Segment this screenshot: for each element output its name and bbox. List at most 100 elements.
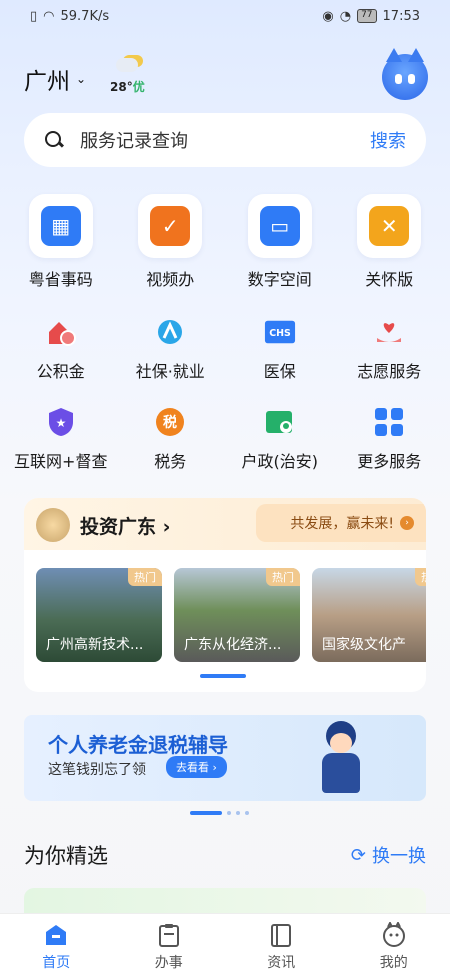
pager-dot [236,811,240,815]
mascot-eye [395,74,402,84]
weather-widget[interactable]: 28°优 [110,54,170,98]
mascot-ear [408,48,424,62]
mascot-ear [386,48,402,62]
feature-yueshengshi-code[interactable]: ▦ 粤省事码 [11,194,111,290]
invest-title: 投资广东 › [80,512,170,539]
ribbon-icon: ✕ [369,206,410,246]
feature-label: 粤省事码 [28,270,93,289]
service-label: 互联网+督查 [14,452,108,471]
banner-subtitle: 这笔钱别忘了领 [48,762,146,778]
invest-guangdong-card: 投资广东 › 共发展，赢未来! › 热门 广州高新技术... 热门 广东从化经济… [24,498,426,692]
city-selector[interactable]: 广州 ⌄ [24,62,86,96]
tab-news[interactable]: 资讯 [241,922,321,975]
feature-tile: ▭ [247,194,312,258]
medical-insurance-glyph: CHS [269,328,291,339]
bottom-tab-bar: 首页 办事 资讯 我的 [0,913,450,975]
tab-services[interactable]: 办事 [129,922,209,975]
shield-star-icon: ★ [45,406,77,438]
assistant-mascot-icon[interactable] [382,48,428,100]
network-speed: 59.7K/s [60,8,110,24]
invest-cards: 热门 广州高新技术... 热门 广东从化经济... 热 国家级文化产 [36,568,426,662]
service-volunteer[interactable]: 志愿服务 [339,316,439,382]
service-label: 税务 [154,452,187,471]
feature-tile: ✓ [138,194,203,258]
invest-card-caption: 国家级文化产 [322,637,406,653]
invest-title-text: 投资广东 [80,516,157,538]
feature-label: 视频办 [146,270,195,289]
illustration-body [322,753,360,793]
sim-alert-icon: ▯ [30,8,38,24]
search-input[interactable]: 服务记录查询 [80,127,370,153]
search-icon [44,130,64,150]
feature-tile: ▦ [28,194,93,258]
tab-home[interactable]: 首页 [16,922,96,975]
home-icon [43,922,69,948]
invest-card[interactable]: 热门 广州高新技术... [36,568,162,662]
service-social-security[interactable]: 社保·就业 [120,316,220,382]
tab-label: 首页 [42,955,71,971]
clock: 17:53 [382,8,420,24]
service-label: 志愿服务 [357,362,422,381]
invest-header[interactable]: 投资广东 › 共发展，赢未来! › [24,498,426,550]
illustration-face [330,733,352,753]
feature-digital-space[interactable]: ▭ 数字空间 [230,194,330,290]
service-more[interactable]: 更多服务 [339,406,439,472]
refresh-button[interactable]: ⟳ 换一换 [351,842,426,868]
social-security-icon [154,316,186,348]
refresh-label: 换一换 [372,846,426,867]
pager-dot [227,811,231,815]
invest-slogan-text: 共发展，赢未来! [290,516,394,532]
svg-text:★: ★ [55,416,66,430]
service-internet-supervision[interactable]: ★ 互联网+督查 [11,406,111,472]
eye-comfort-icon: ◉ [322,8,334,24]
service-grid-row-2: ★ 互联网+督查 税 税务 户政(治安) 更多服务 [0,406,450,472]
feature-row: ▦ 粤省事码 ✓ 视频办 ▭ 数字空间 ✕ 关怀版 [0,194,450,290]
invest-card-caption: 广州高新技术... [46,637,144,653]
city-name: 广州 [24,69,70,95]
medical-insurance-icon: CHS [264,316,296,348]
volunteer-icon [373,316,405,348]
service-medical-insurance[interactable]: CHS 医保 [230,316,330,382]
house-fund-icon [45,316,77,348]
banner-button[interactable]: 去看看 › [166,756,227,778]
chevron-down-icon: ⌄ [76,72,87,86]
invest-card[interactable]: 热 国家级文化产 [312,568,426,662]
tax-officer-illustration [312,719,370,799]
hot-badge: 热门 [266,568,300,586]
feature-tile: ✕ [357,194,422,258]
temperature: 28° [110,80,133,94]
invest-slogan[interactable]: 共发展，赢未来! › [256,504,426,542]
header: 广州 ⌄ 28°优 [24,48,428,108]
banner-pager [190,811,249,815]
clipboard-icon [156,922,182,948]
qr-code-icon: ▦ [40,206,81,246]
service-label: 社保·就业 [135,362,205,381]
tax-glyph: 税 [163,414,177,431]
refresh-icon: ⟳ [350,844,366,866]
service-label: 户政(治安) [241,452,319,471]
section-title: 为你精选 [24,844,108,868]
tab-label: 资讯 [267,955,296,971]
arrow-right-icon: › [400,516,414,530]
battery-indicator: 77 [357,9,377,23]
invest-card-caption: 广东从化经济... [184,637,282,653]
service-tax[interactable]: 税 税务 [120,406,220,472]
feature-care-edition[interactable]: ✕ 关怀版 [339,194,439,290]
hot-badge: 热 [415,568,426,586]
service-label: 医保 [263,362,296,381]
service-household-registration[interactable]: 户政(治安) [230,406,330,472]
wifi-icon: ◠ [43,8,55,24]
tab-profile[interactable]: 我的 [354,922,434,975]
feature-label: 数字空间 [247,270,312,289]
data-saver-icon: ◔ [339,8,352,24]
banner-title: 个人养老金退税辅导 [48,733,228,757]
book-icon [268,922,294,948]
profile-icon [381,922,407,948]
search-button[interactable]: 搜索 [370,127,406,153]
invest-card[interactable]: 热门 广东从化经济... [174,568,300,662]
status-bar: ▯ ◠ 59.7K/s ◉ ◔ 77 17:53 [0,0,450,32]
service-housing-fund[interactable]: 公积金 [11,316,111,382]
pension-tax-banner[interactable]: 个人养老金退税辅导 这笔钱别忘了领 去看看 › [24,715,426,801]
search-bar[interactable]: 服务记录查询 搜索 [24,113,426,167]
feature-video-service[interactable]: ✓ 视频办 [120,194,220,290]
